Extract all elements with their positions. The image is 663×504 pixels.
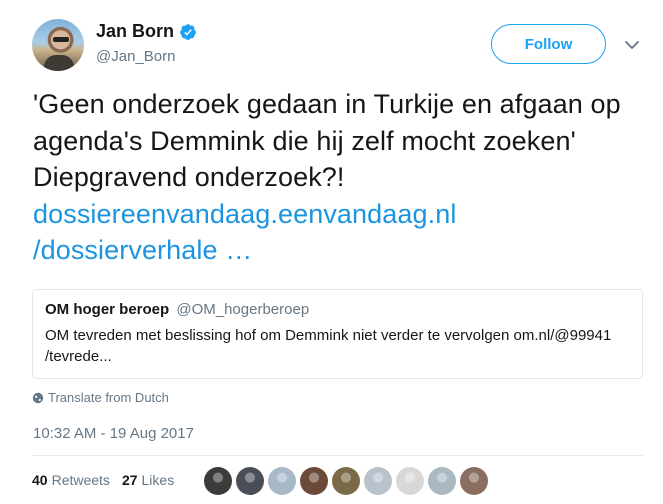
liker-avatar-8[interactable] [428,467,456,495]
retweets-count: 40 [32,472,48,488]
tweet-stats: 40 Retweets 27 Likes [32,472,186,488]
translate-link[interactable]: Translate from Dutch [32,390,169,405]
liker-avatar-2[interactable] [236,467,264,495]
tweet-link-line2[interactable]: /dossierverhale … [33,232,643,269]
liker-avatars [204,467,492,495]
stats-divider [32,455,643,456]
tweet-text: 'Geen onderzoek gedaan in Turkije en afg… [33,86,643,269]
liker-avatar-4[interactable] [300,467,328,495]
tweet-body: 'Geen onderzoek gedaan in Turkije en afg… [33,89,621,192]
tweet-link-line1[interactable]: dossiereenvandaag.eenvandaag.nl [33,196,643,233]
avatar-shirt [44,55,74,71]
liker-avatar-5[interactable] [332,467,360,495]
follow-button[interactable]: Follow [491,24,606,64]
author-avatar[interactable] [32,19,84,71]
author-handle[interactable]: @Jan_Born [96,48,175,65]
quoted-tweet-text: OM tevreden met beslissing hof om Demmin… [45,327,612,365]
retweets-label: Retweets [51,472,110,488]
globe-icon [32,392,44,403]
likes-stat[interactable]: 27 Likes [122,472,174,488]
translate-label[interactable]: Translate from Dutch [48,390,169,405]
liker-avatar-6[interactable] [364,467,392,495]
quoted-author-handle: @OM_hogerberoep [176,301,310,318]
retweets-stat[interactable]: 40 Retweets [32,472,110,488]
tweet-header: Jan Born @Jan_Born Follow [0,0,663,90]
quoted-author-name: OM hoger beroep [45,301,170,318]
verified-badge-icon [179,23,197,41]
likes-label: Likes [141,472,175,488]
liker-avatar-9[interactable] [460,467,488,495]
liker-avatar-3[interactable] [268,467,296,495]
quoted-tweet-header: OM hoger beroep @OM_hogerberoep [45,300,630,320]
quoted-tweet[interactable]: OM hoger beroep @OM_hogerberoep OM tevre… [32,289,643,379]
author-name-row[interactable]: Jan Born [96,21,197,42]
liker-avatar-7[interactable] [396,467,424,495]
liker-avatar-1[interactable] [204,467,232,495]
chevron-down-icon[interactable] [624,38,640,50]
likes-count: 27 [121,472,138,488]
author-name[interactable]: Jan Born [96,21,174,42]
tweet-timestamp[interactable]: 10:32 AM - 19 Aug 2017 [33,425,194,442]
avatar-glasses [53,37,69,42]
